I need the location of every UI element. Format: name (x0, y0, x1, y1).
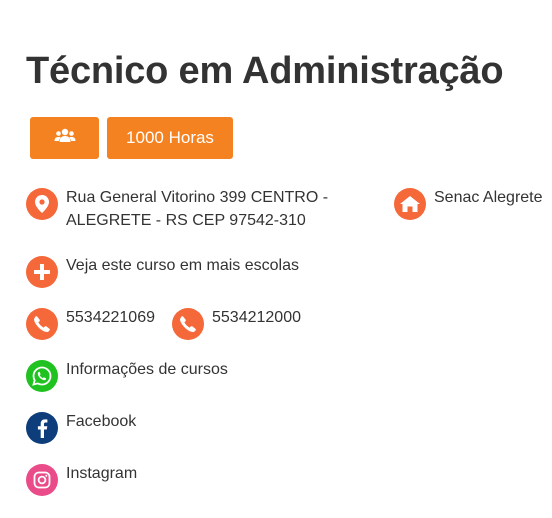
group-icon (54, 128, 76, 149)
instagram-icon (26, 464, 58, 496)
more-schools-text: Veja este curso em mais escolas (66, 257, 299, 274)
phone-number-2: 5534212000 (212, 309, 301, 326)
phone-icon (26, 308, 58, 340)
whatsapp-link[interactable]: Informações de cursos (26, 360, 228, 392)
page-title: Técnico em Administração (26, 50, 504, 92)
more-schools-link[interactable]: Veja este curso em mais escolas (26, 256, 299, 288)
school-link[interactable]: Senac Alegrete (394, 188, 543, 220)
phone-number-1: 5534221069 (66, 309, 155, 326)
facebook-link[interactable]: Facebook (26, 412, 136, 444)
instagram-text: Instagram (66, 465, 138, 482)
facebook-icon (26, 412, 58, 444)
phone-icon (172, 308, 204, 340)
group-badge (30, 117, 99, 159)
map-marker-icon (26, 188, 58, 220)
plus-icon (26, 256, 58, 288)
address-line-1: Rua General Vitorino 399 CENTRO - (66, 189, 329, 206)
phone-link-1[interactable]: 5534221069 (26, 308, 155, 340)
hours-badge: 1000 Horas (107, 117, 233, 159)
instagram-link[interactable]: Instagram (26, 464, 137, 496)
whatsapp-text: Informações de cursos (66, 361, 228, 378)
address-line-2: ALEGRETE - RS CEP 97542-310 (66, 212, 306, 229)
address-row: Rua General Vitorino 399 CENTRO - ALEGRE… (26, 188, 328, 232)
home-icon (394, 188, 426, 220)
whatsapp-icon (26, 360, 58, 392)
school-name: Senac Alegrete (434, 189, 543, 206)
phone-link-2[interactable]: 5534212000 (172, 308, 301, 340)
facebook-text: Facebook (66, 413, 137, 430)
address-text: Rua General Vitorino 399 CENTRO - ALEGRE… (66, 186, 328, 232)
